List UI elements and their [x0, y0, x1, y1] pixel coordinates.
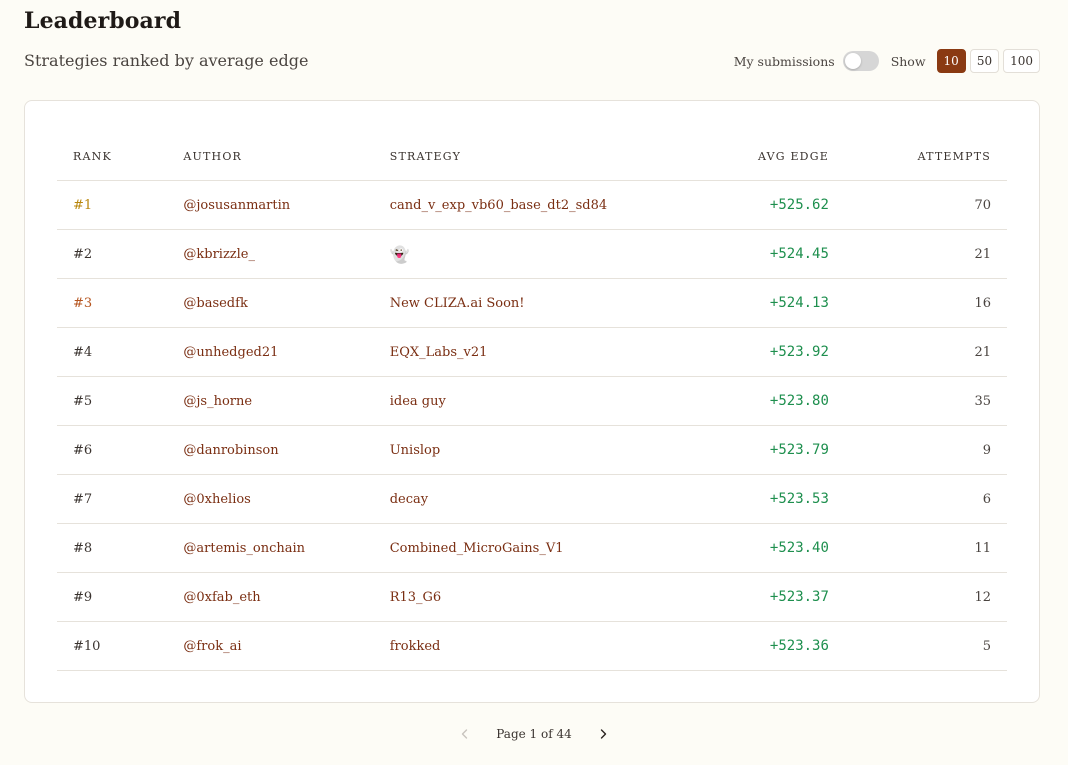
avg-edge-value: +523.92 — [683, 327, 829, 377]
author-link[interactable]: @0xhelios — [183, 474, 390, 524]
attempts-count: 12 — [828, 572, 1007, 622]
attempts-count: 21 — [828, 229, 1007, 279]
table-row[interactable]: #4 @unhedged21 EQX_Labs_v21 +523.92 21 — [57, 327, 1007, 377]
rank-cell: #3 — [57, 278, 184, 328]
strategy-name: frokked — [389, 621, 684, 671]
author-link[interactable]: @kbrizzle_ — [183, 229, 390, 279]
column-header-avg-edge[interactable]: Avg Edge — [683, 133, 829, 181]
ghost-emoji-icon: 👻 — [389, 244, 410, 264]
avg-edge-value: +524.13 — [683, 278, 829, 328]
author-link[interactable]: @artemis_onchain — [183, 523, 390, 573]
show-label: Show — [890, 53, 926, 69]
column-header-author[interactable]: Author — [183, 133, 390, 181]
table-row[interactable]: #2 @kbrizzle_ 👻 +524.45 21 — [57, 229, 1007, 279]
leaderboard-card: Rank Author Strategy Avg Edge Attempts #… — [24, 100, 1040, 703]
avg-edge-value: +523.36 — [683, 621, 829, 671]
avg-edge-value: +523.37 — [683, 572, 829, 622]
rank-cell: #2 — [57, 229, 184, 279]
attempts-count: 21 — [828, 327, 1007, 377]
strategy-name: R13_G6 — [389, 572, 684, 622]
author-link[interactable]: @basedfk — [183, 278, 390, 328]
column-header-rank[interactable]: Rank — [57, 133, 184, 181]
attempts-count: 70 — [828, 180, 1007, 230]
attempts-count: 6 — [828, 474, 1007, 524]
attempts-count: 35 — [828, 376, 1007, 426]
table-row[interactable]: #9 @0xfab_eth R13_G6 +523.37 12 — [57, 572, 1007, 622]
avg-edge-value: +523.80 — [683, 376, 829, 426]
attempts-count: 16 — [828, 278, 1007, 328]
strategy-name: idea guy — [389, 376, 684, 426]
attempts-count: 11 — [828, 523, 1007, 573]
page-indicator: Page 1 of 44 — [496, 727, 572, 741]
rank-cell: #9 — [57, 572, 184, 622]
next-page-button[interactable] — [592, 723, 614, 745]
page-title: Leaderboard — [24, 8, 182, 34]
strategy-name: cand_v_exp_vb60_base_dt2_sd84 — [389, 180, 684, 230]
avg-edge-value: +524.45 — [683, 229, 829, 279]
pagination: Page 1 of 44 — [0, 723, 1068, 745]
my-submissions-toggle[interactable] — [842, 51, 879, 71]
avg-edge-value: +523.79 — [683, 425, 829, 475]
column-header-strategy[interactable]: Strategy — [389, 133, 684, 181]
table-row[interactable]: #1 @josusanmartin cand_v_exp_vb60_base_d… — [57, 180, 1007, 230]
chevron-left-icon — [462, 729, 468, 739]
page-size-10-button[interactable]: 10 — [936, 49, 966, 73]
table-row[interactable]: #7 @0xhelios decay +523.53 6 — [57, 474, 1007, 524]
page-subtitle: Strategies ranked by average edge — [24, 51, 309, 70]
strategy-name: New CLIZA.ai Soon! — [389, 278, 684, 328]
author-link[interactable]: @danrobinson — [183, 425, 390, 475]
table-row[interactable]: #10 @frok_ai frokked +523.36 5 — [57, 621, 1007, 671]
avg-edge-value: +525.62 — [683, 180, 829, 230]
toggle-knob — [844, 53, 861, 69]
rank-cell: #7 — [57, 474, 184, 524]
attempts-count: 5 — [828, 621, 1007, 671]
author-link[interactable]: @unhedged21 — [183, 327, 390, 377]
author-link[interactable]: @josusanmartin — [183, 180, 390, 230]
rank-cell: #4 — [57, 327, 184, 377]
rank-cell: #1 — [57, 180, 184, 230]
author-link[interactable]: @js_horne — [183, 376, 390, 426]
rank-cell: #8 — [57, 523, 184, 573]
leaderboard-controls: My submissions Show 10 50 100 — [734, 49, 1040, 73]
strategy-name: Unislop — [389, 425, 684, 475]
avg-edge-value: +523.40 — [683, 523, 829, 573]
prev-page-button[interactable] — [454, 723, 476, 745]
my-submissions-label: My submissions — [733, 53, 835, 69]
table-row[interactable]: #5 @js_horne idea guy +523.80 35 — [57, 376, 1007, 426]
strategy-name: 👻 — [389, 229, 684, 279]
rank-cell: #6 — [57, 425, 184, 475]
table-row[interactable]: #8 @artemis_onchain Combined_MicroGains_… — [57, 523, 1007, 573]
rank-cell: #5 — [57, 376, 184, 426]
rank-cell: #10 — [57, 621, 184, 671]
table-header-row: Rank Author Strategy Avg Edge Attempts — [57, 133, 1007, 181]
chevron-right-icon — [600, 729, 606, 739]
table-row[interactable]: #3 @basedfk New CLIZA.ai Soon! +524.13 1… — [57, 278, 1007, 328]
column-header-attempts[interactable]: Attempts — [828, 133, 1007, 181]
strategy-name: Combined_MicroGains_V1 — [389, 523, 684, 573]
strategy-name: decay — [389, 474, 684, 524]
page-size-100-button[interactable]: 100 — [1003, 49, 1040, 73]
attempts-count: 9 — [828, 425, 1007, 475]
author-link[interactable]: @0xfab_eth — [183, 572, 390, 622]
avg-edge-value: +523.53 — [683, 474, 829, 524]
leaderboard-table: Rank Author Strategy Avg Edge Attempts #… — [57, 133, 1007, 671]
strategy-name: EQX_Labs_v21 — [389, 327, 684, 377]
table-row[interactable]: #6 @danrobinson Unislop +523.79 9 — [57, 425, 1007, 475]
page-size-50-button[interactable]: 50 — [969, 49, 1000, 73]
author-link[interactable]: @frok_ai — [183, 621, 390, 671]
